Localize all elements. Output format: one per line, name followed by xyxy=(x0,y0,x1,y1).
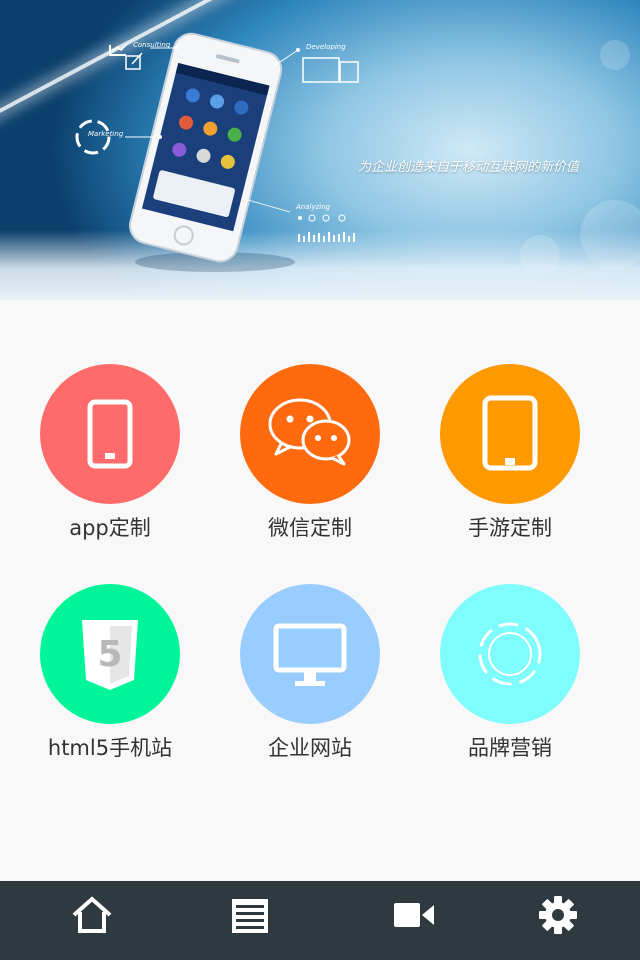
service-tile-marketing[interactable]: 品牌营销 xyxy=(410,584,610,784)
html5-circle: 5 xyxy=(40,584,180,724)
service-tile-game[interactable]: 手游定制 xyxy=(410,364,610,564)
website-circle xyxy=(240,584,380,724)
list-icon xyxy=(232,899,268,933)
service-tile-app[interactable]: app定制 xyxy=(10,364,210,564)
service-grid: app定制 微信定制 手游定制 5 html5手机站 企业网站 品牌营销 xyxy=(0,300,640,881)
monitor-icon xyxy=(273,623,347,686)
banner-slogan: 为企业创造来自于移动互联网的新价值 xyxy=(358,160,580,175)
service-tile-website[interactable]: 企业网站 xyxy=(210,584,410,784)
marketing-circle xyxy=(440,584,580,724)
nav-video[interactable] xyxy=(334,881,494,960)
service-label-marketing: 品牌营销 xyxy=(468,736,552,760)
developing-label: Developing xyxy=(306,43,346,51)
svg-text:5: 5 xyxy=(97,634,122,675)
nav-list[interactable] xyxy=(170,881,330,960)
video-camera-icon xyxy=(394,903,434,927)
phone-icon xyxy=(87,399,133,469)
service-label-game: 手游定制 xyxy=(468,516,552,540)
marketing-label: Marketing xyxy=(88,130,124,138)
smartphone-illustration xyxy=(129,32,283,263)
html5-icon: 5 xyxy=(82,620,138,690)
service-label-html5: html5手机站 xyxy=(47,736,173,760)
target-ring-icon xyxy=(478,622,542,686)
game-circle xyxy=(440,364,580,504)
wechat-circle xyxy=(240,364,380,504)
hero-banner: Consulting Developing Marketing Analyzin… xyxy=(0,0,640,300)
nav-home[interactable] xyxy=(12,881,172,960)
service-tile-wechat[interactable]: 微信定制 xyxy=(210,364,410,564)
nav-settings[interactable] xyxy=(478,881,638,960)
wechat-icon xyxy=(268,398,351,466)
service-label-website: 企业网站 xyxy=(268,736,352,760)
app-circle xyxy=(40,364,180,504)
analyzing-label: Analyzing xyxy=(296,203,331,211)
bottom-nav xyxy=(0,881,640,960)
service-label-wechat: 微信定制 xyxy=(268,516,352,540)
home-icon xyxy=(72,896,112,933)
service-tile-html5[interactable]: 5 html5手机站 xyxy=(10,584,210,784)
tablet-icon xyxy=(482,395,538,471)
service-label-app: app定制 xyxy=(69,516,151,540)
gear-icon xyxy=(539,896,577,934)
consulting-label: Consulting xyxy=(133,41,171,49)
